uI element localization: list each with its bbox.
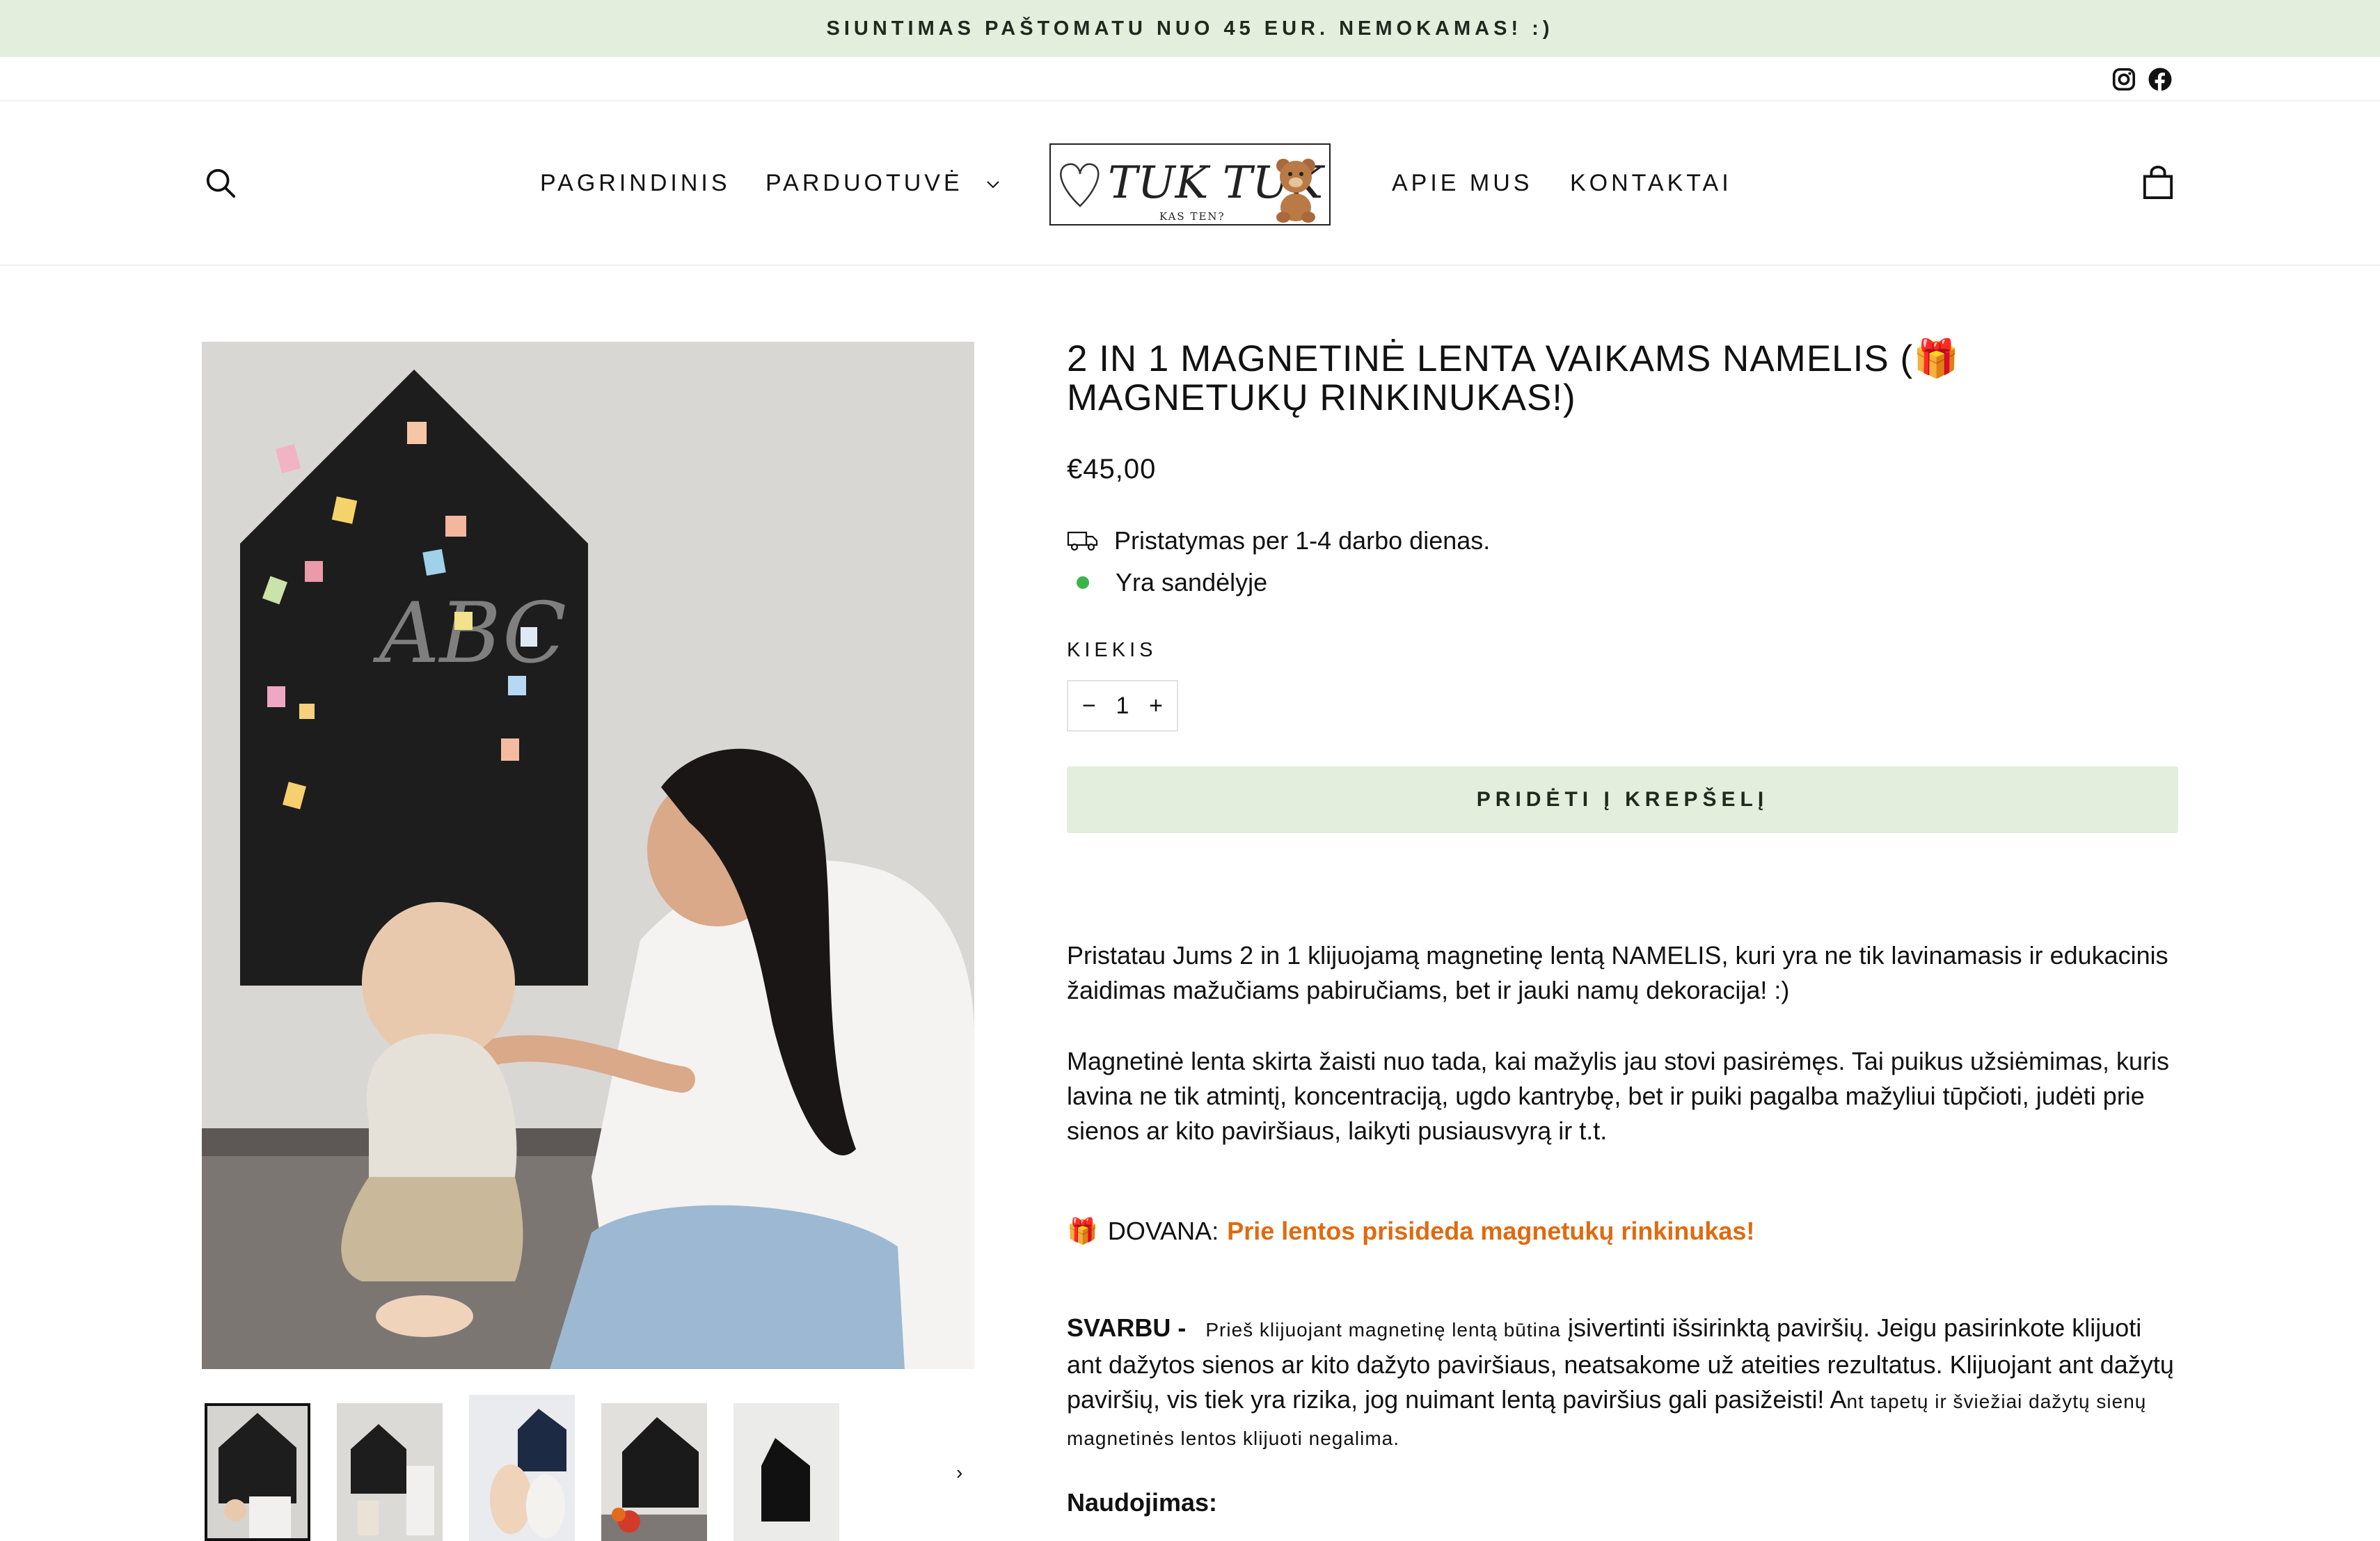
site-logo[interactable]: TUK TUK KAS TEN?	[1049, 143, 1331, 226]
thumbnail-3[interactable]	[469, 1395, 575, 1541]
instagram-icon[interactable]	[2111, 67, 2136, 92]
quantity-stepper: − 1 +	[1067, 680, 1178, 732]
gift-label: DOVANA:	[1107, 1217, 1219, 1245]
logo-subtitle: KAS TEN?	[1159, 210, 1225, 223]
nav-shop[interactable]: PARDUOTUVĖ	[765, 171, 1001, 195]
quantity-increase-button[interactable]: +	[1149, 693, 1163, 720]
description-paragraph-2: Magnetinė lenta skirta žaisti nuo tada, …	[1067, 1047, 2169, 1145]
facebook-icon[interactable]	[2148, 67, 2173, 92]
social-bar	[0, 57, 2380, 102]
description-paragraph-1: Pristatau Jums 2 in 1 klijuojamą magneti…	[1067, 941, 2168, 1004]
search-icon[interactable]	[205, 167, 237, 199]
nav-home[interactable]: PAGRINDINIS	[540, 171, 731, 195]
announcement-bar: SIUNTIMAS PAŠTOMATU NUO 45 EUR. NEMOKAMA…	[0, 0, 2380, 57]
in-stock-dot-icon	[1077, 576, 1089, 589]
thumbnails-next-arrow[interactable]: ›	[956, 1462, 962, 1484]
quantity-input[interactable]: 1	[1116, 693, 1129, 720]
product-main-image[interactable]: ABC	[202, 342, 974, 1369]
site-header: PAGRINDINIS PARDUOTUVĖ TUK TUK KAS TEN? …	[0, 102, 2380, 266]
stock-status: Yra sandėlyje	[1067, 568, 1267, 597]
delivery-text: Pristatymas per 1-4 darbo dienas.	[1114, 526, 1491, 555]
thumbnail-strip: ›	[202, 1392, 974, 1541]
chevron-down-icon	[987, 181, 999, 189]
add-to-cart-label: PRIDĖTI Į KREPŠELĮ	[1476, 788, 1769, 811]
thumbnail-4[interactable]	[601, 1403, 707, 1541]
cart-icon[interactable]	[2142, 166, 2174, 200]
add-to-cart-button[interactable]: PRIDĖTI Į KREPŠELĮ	[1067, 766, 2178, 833]
usage-heading: Naudojimas:	[1067, 1488, 1218, 1517]
thumbnail-2[interactable]	[337, 1403, 443, 1541]
nav-shop-label: PARDUOTUVĖ	[765, 170, 963, 196]
quantity-decrease-button[interactable]: −	[1082, 693, 1096, 720]
gift-icon: 🎁	[1067, 1217, 1098, 1245]
gift-line: 🎁 DOVANA: Prie lentos prisideda magnetuk…	[1067, 1217, 1754, 1246]
important-small-text: Prieš klijuojant magnetinę lentą būtina	[1205, 1319, 1561, 1341]
quantity-label: KIEKIS	[1067, 639, 1157, 661]
gift-text: Prie lentos prisideda magnetukų rinkinuk…	[1227, 1217, 1755, 1245]
product-price: €45,00	[1067, 454, 1157, 484]
chalk-text: ABC	[372, 585, 566, 682]
stock-text: Yra sandėlyje	[1116, 568, 1268, 596]
product-title: 2 IN 1 MAGNETINĖ LENTA VAIKAMS NAMELIS (…	[1067, 338, 1960, 418]
nav-contacts[interactable]: KONTAKTAI	[1570, 171, 1732, 195]
announcement-text: SIUNTIMAS PAŠTOMATU NUO 45 EUR. NEMOKAMA…	[826, 17, 1554, 40]
truck-icon	[1067, 531, 1098, 551]
product-photo: ABC	[202, 342, 974, 1369]
nav-about[interactable]: APIE MUS	[1392, 171, 1532, 195]
important-notice: SVARBU - Prieš klijuojant magnetinę lent…	[1067, 1311, 2178, 1456]
thumbnail-5[interactable]	[733, 1403, 839, 1541]
important-label: SVARBU -	[1067, 1313, 1187, 1342]
thumbnail-1[interactable]	[205, 1403, 310, 1541]
delivery-info: Pristatymas per 1-4 darbo dienas.	[1067, 526, 1490, 555]
